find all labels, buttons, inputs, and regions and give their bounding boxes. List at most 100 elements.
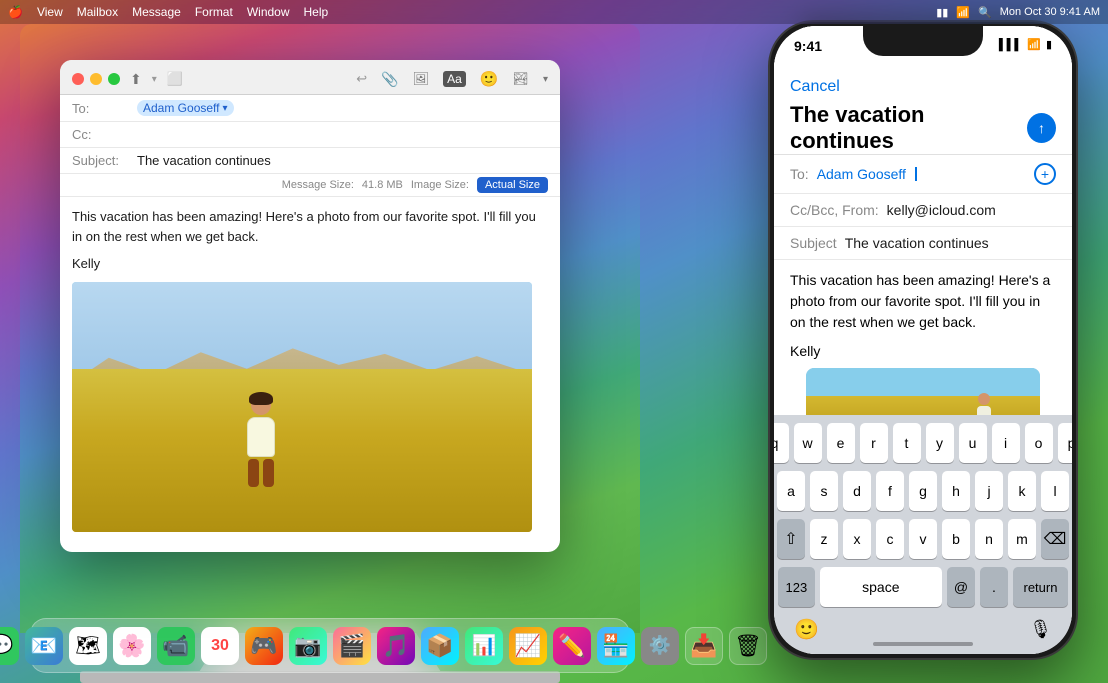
menu-mailbox[interactable]: Mailbox bbox=[77, 5, 118, 19]
iphone: 9:41 ▌▌▌ 📶 ▮ Cancel The vacation continu… bbox=[768, 20, 1078, 660]
keyboard-bottom-row: 123 space @ . return bbox=[778, 567, 1068, 607]
emoji-icon[interactable]: 🙂 bbox=[480, 70, 499, 88]
dock-photos[interactable]: 🌸 bbox=[113, 627, 151, 665]
menu-format[interactable]: Format bbox=[195, 5, 233, 19]
to-recipient[interactable]: Adam Gooseff ▾ bbox=[137, 100, 234, 116]
photo-insert-icon[interactable]: 🏞 bbox=[512, 71, 529, 87]
dock-numbers[interactable]: 📊 bbox=[465, 627, 503, 665]
iphone-subject-field[interactable]: Subject The vacation continues bbox=[774, 227, 1072, 260]
more-icon[interactable]: ▾ bbox=[543, 74, 548, 85]
period-key[interactable]: . bbox=[980, 567, 1008, 607]
space-key[interactable]: space bbox=[820, 567, 942, 607]
dock-keynote[interactable]: 📈 bbox=[509, 627, 547, 665]
iphone-cc-label: Cc/Bcc, From: bbox=[790, 202, 879, 218]
iphone-subject-value: The vacation continues bbox=[845, 235, 1056, 251]
dock-systemprefs[interactable]: ⚙️ bbox=[641, 627, 679, 665]
menu-help[interactable]: Help bbox=[304, 5, 329, 19]
keyboard-row-1: q w e r t y u i o p bbox=[778, 423, 1068, 463]
key-g[interactable]: g bbox=[909, 471, 937, 511]
dock-music[interactable]: 🎵 bbox=[377, 627, 415, 665]
menu-bar-wifi-icon: 📶 bbox=[956, 6, 970, 19]
key-i[interactable]: i bbox=[992, 423, 1020, 463]
delete-key[interactable]: ⌫ bbox=[1041, 519, 1069, 559]
send-icon[interactable]: ⬆ bbox=[130, 71, 142, 88]
key-v[interactable]: v bbox=[909, 519, 937, 559]
key-y[interactable]: y bbox=[926, 423, 954, 463]
mail-body[interactable]: This vacation has been amazing! Here's a… bbox=[60, 197, 560, 552]
cc-label: Cc: bbox=[72, 127, 137, 142]
key-m[interactable]: m bbox=[1008, 519, 1036, 559]
iphone-send-button[interactable]: ↑ bbox=[1027, 113, 1056, 143]
actual-size-button[interactable]: Actual Size bbox=[477, 177, 548, 193]
key-q[interactable]: q bbox=[774, 423, 789, 463]
close-button[interactable] bbox=[72, 73, 84, 85]
key-w[interactable]: w bbox=[794, 423, 822, 463]
dock-calendar[interactable]: 30 bbox=[201, 627, 239, 665]
dock-airdrop[interactable]: 📦 bbox=[421, 627, 459, 665]
dock-finder[interactable]: 📷 bbox=[289, 627, 327, 665]
menu-view[interactable]: View bbox=[37, 5, 63, 19]
photo-icon[interactable]: 🖼 bbox=[413, 71, 430, 87]
iphone-to-label: To: bbox=[790, 166, 809, 182]
key-u[interactable]: u bbox=[959, 423, 987, 463]
iphone-mail-compose: Cancel The vacation continues ↑ To: Adam… bbox=[774, 26, 1072, 654]
format-icon[interactable]: Aa bbox=[443, 71, 466, 87]
key-o[interactable]: o bbox=[1025, 423, 1053, 463]
key-x[interactable]: x bbox=[843, 519, 871, 559]
key-k[interactable]: k bbox=[1008, 471, 1036, 511]
dock-mail[interactable]: 📧 bbox=[25, 627, 63, 665]
dock-messages[interactable]: 💬 bbox=[0, 627, 19, 665]
attachment-icon[interactable]: 📎 bbox=[381, 71, 398, 88]
dock-quicktime[interactable]: 🎬 bbox=[333, 627, 371, 665]
dock: 🔲 🧭 💬 📧 🗺 🌸 📹 30 🎮 📷 🎬 🎵 📦 📊 📈 ✏️ 🏪 ⚙️ 📥… bbox=[30, 618, 630, 673]
dock-downloads[interactable]: 📥 bbox=[685, 627, 723, 665]
cc-field-row[interactable]: Cc: bbox=[60, 122, 560, 148]
number-key[interactable]: 123 bbox=[778, 567, 815, 607]
key-h[interactable]: h bbox=[942, 471, 970, 511]
key-l[interactable]: l bbox=[1041, 471, 1069, 511]
subject-value[interactable]: The vacation continues bbox=[137, 153, 271, 168]
dock-contacts[interactable]: 🎮 bbox=[245, 627, 283, 665]
key-f[interactable]: f bbox=[876, 471, 904, 511]
key-e[interactable]: e bbox=[827, 423, 855, 463]
key-d[interactable]: d bbox=[843, 471, 871, 511]
apple-menu[interactable]: 🍎 bbox=[8, 5, 23, 19]
return-key[interactable]: return bbox=[1013, 567, 1068, 607]
mail-fields: To: Adam Gooseff ▾ Cc: Subject: The vaca… bbox=[60, 95, 560, 174]
iphone-to-value[interactable]: Adam Gooseff bbox=[817, 166, 906, 182]
menu-message[interactable]: Message bbox=[132, 5, 181, 19]
emoji-keyboard-icon[interactable]: 🙂 bbox=[794, 617, 819, 642]
key-s[interactable]: s bbox=[810, 471, 838, 511]
key-j[interactable]: j bbox=[975, 471, 1003, 511]
dock-trash[interactable]: 🗑 bbox=[729, 627, 767, 665]
shift-key[interactable]: ⇧ bbox=[777, 519, 805, 559]
key-t[interactable]: t bbox=[893, 423, 921, 463]
key-a[interactable]: a bbox=[777, 471, 805, 511]
at-key[interactable]: @ bbox=[947, 567, 975, 607]
iphone-subject-title: The vacation continues bbox=[790, 102, 1027, 154]
dock-maps[interactable]: 🗺 bbox=[69, 627, 107, 665]
dock-pages[interactable]: ✏️ bbox=[553, 627, 591, 665]
iphone-to-field[interactable]: To: Adam Gooseff + bbox=[774, 155, 1072, 194]
key-r[interactable]: r bbox=[860, 423, 888, 463]
undo-icon[interactable]: ↩ bbox=[356, 71, 367, 87]
key-b[interactable]: b bbox=[942, 519, 970, 559]
dock-appstore[interactable]: 🏪 bbox=[597, 627, 635, 665]
microphone-icon[interactable]: 🎙 bbox=[1029, 619, 1052, 640]
minimize-button[interactable] bbox=[90, 73, 102, 85]
iphone-cc-field[interactable]: Cc/Bcc, From: kelly@icloud.com bbox=[774, 194, 1072, 227]
dock-facetime[interactable]: 📹 bbox=[157, 627, 195, 665]
window-icon[interactable]: ⬜ bbox=[167, 71, 183, 87]
key-n[interactable]: n bbox=[975, 519, 1003, 559]
zoom-button[interactable] bbox=[108, 73, 120, 85]
key-z[interactable]: z bbox=[810, 519, 838, 559]
ios-keyboard[interactable]: q w e r t y u i o p a s d f g bbox=[774, 415, 1072, 654]
menu-bar-right: ▮▮ 📶 🔍 Mon Oct 30 9:41 AM bbox=[936, 6, 1100, 19]
key-p[interactable]: p bbox=[1058, 423, 1073, 463]
chevron-down-icon[interactable]: ▾ bbox=[152, 74, 157, 85]
iphone-add-recipient-button[interactable]: + bbox=[1034, 163, 1056, 185]
menu-bar-search-icon[interactable]: 🔍 bbox=[978, 6, 992, 19]
key-c[interactable]: c bbox=[876, 519, 904, 559]
iphone-cancel-button[interactable]: Cancel bbox=[790, 78, 840, 95]
menu-window[interactable]: Window bbox=[247, 5, 290, 19]
